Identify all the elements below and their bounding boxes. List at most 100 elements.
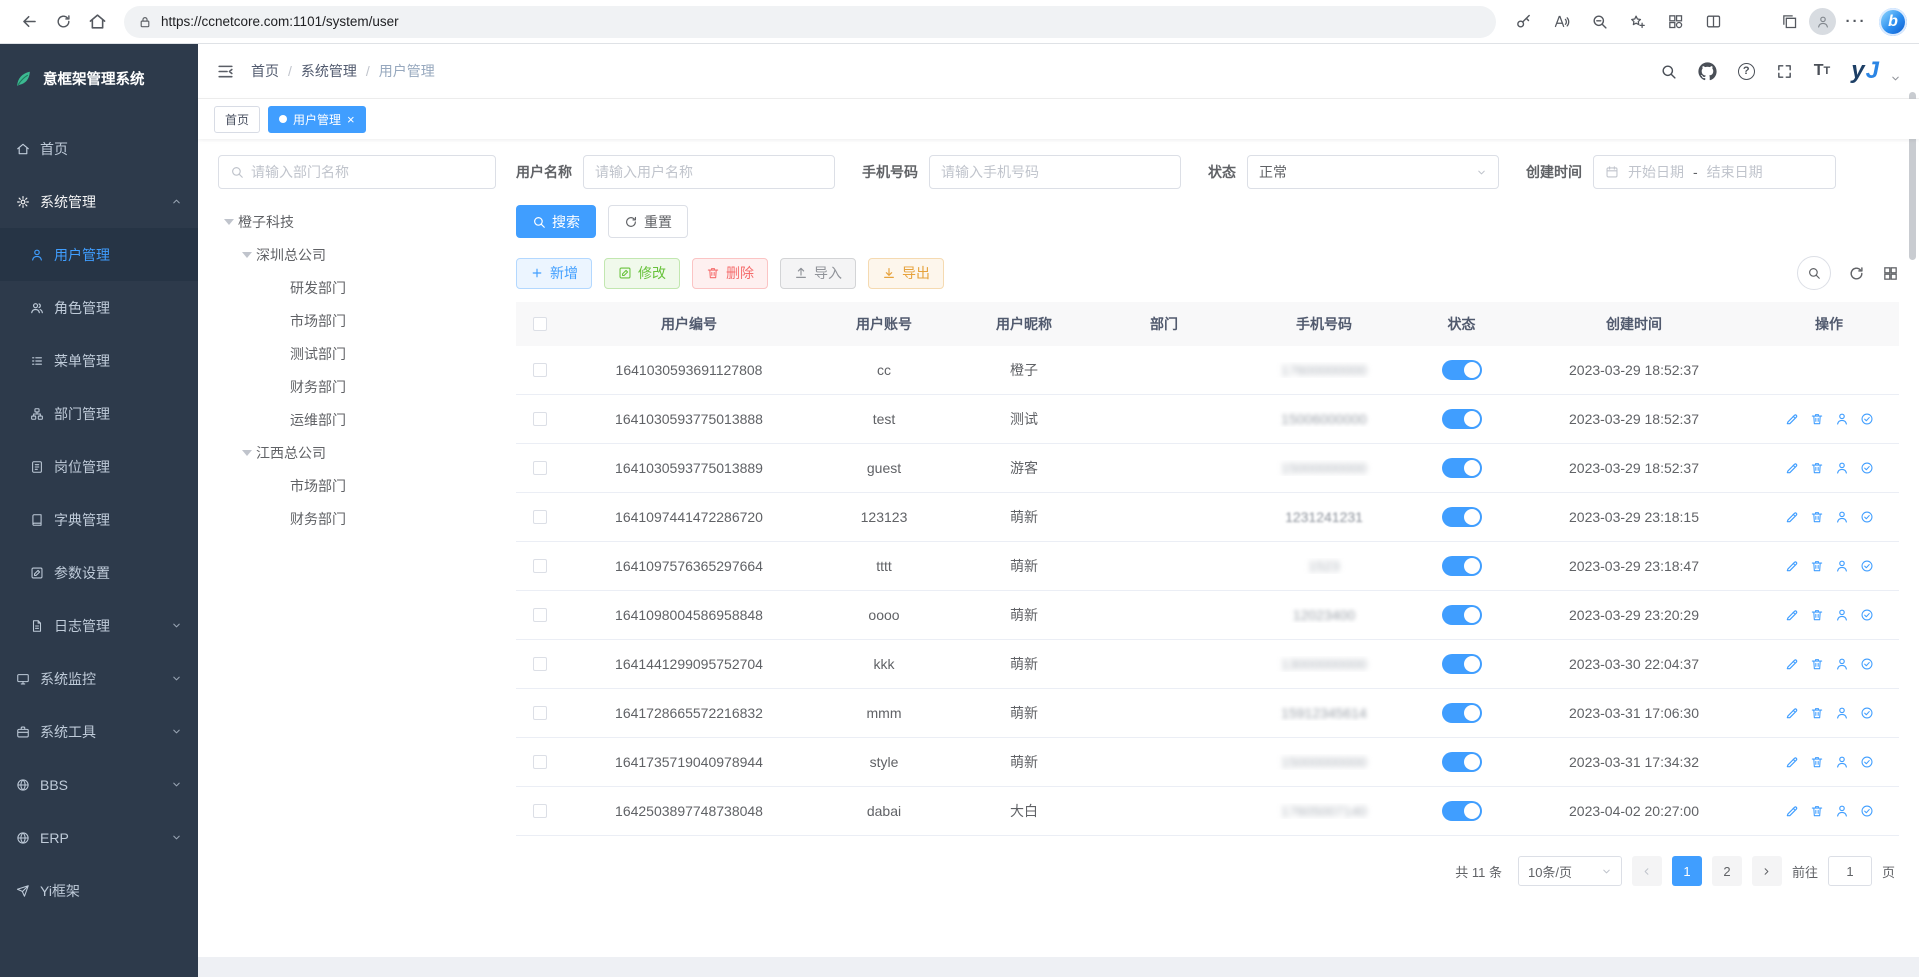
browser-extensions-icon[interactable] bbox=[1658, 5, 1692, 39]
status-toggle[interactable] bbox=[1442, 703, 1482, 723]
edit-button[interactable] bbox=[1785, 657, 1799, 671]
row-checkbox[interactable] bbox=[533, 559, 547, 573]
reset-password-button[interactable] bbox=[1835, 608, 1849, 622]
reset-password-button[interactable] bbox=[1835, 510, 1849, 524]
menu-fold-icon[interactable] bbox=[216, 62, 235, 81]
close-icon[interactable]: × bbox=[347, 113, 355, 126]
tree-caret-icon[interactable] bbox=[220, 219, 238, 225]
help-icon[interactable]: ? bbox=[1738, 63, 1755, 80]
browser-key-icon[interactable] bbox=[1506, 5, 1540, 39]
sidebar-item-system-monitor[interactable]: 系统监控 bbox=[0, 652, 198, 705]
sidebar-item-log-management[interactable]: 日志管理 bbox=[0, 599, 198, 652]
delete-button[interactable]: 删除 bbox=[692, 258, 768, 289]
reset-password-button[interactable] bbox=[1835, 657, 1849, 671]
authorize-button[interactable] bbox=[1860, 461, 1874, 475]
tree-node[interactable]: 江西总公司 bbox=[218, 436, 496, 469]
tree-node[interactable]: 财务部门 bbox=[218, 502, 496, 535]
sidebar-item-post-management[interactable]: 岗位管理 bbox=[0, 440, 198, 493]
status-toggle[interactable] bbox=[1442, 654, 1482, 674]
column-settings-button[interactable] bbox=[1882, 265, 1899, 282]
status-toggle[interactable] bbox=[1442, 409, 1482, 429]
sidebar-item-yi-framework[interactable]: Yi框架 bbox=[0, 864, 198, 917]
browser-refresh-button[interactable] bbox=[46, 5, 80, 39]
edit-button[interactable] bbox=[1785, 510, 1799, 524]
sidebar-item-dept-management[interactable]: 部门管理 bbox=[0, 387, 198, 440]
prev-page-button[interactable] bbox=[1632, 856, 1662, 886]
sidebar-item-home[interactable]: 首页 bbox=[0, 122, 198, 175]
page-button-2[interactable]: 2 bbox=[1712, 856, 1742, 886]
row-checkbox[interactable] bbox=[533, 363, 547, 377]
import-button[interactable]: 导入 bbox=[780, 258, 856, 289]
delete-button[interactable] bbox=[1810, 412, 1824, 426]
goto-page-input[interactable] bbox=[1828, 856, 1872, 886]
browser-home-button[interactable] bbox=[80, 5, 114, 39]
search-button[interactable]: 搜索 bbox=[516, 205, 596, 238]
authorize-button[interactable] bbox=[1860, 706, 1874, 720]
select-all-checkbox[interactable] bbox=[533, 317, 547, 331]
reset-password-button[interactable] bbox=[1835, 461, 1849, 475]
tab-user-management[interactable]: 用户管理 × bbox=[268, 106, 366, 133]
authorize-button[interactable] bbox=[1860, 804, 1874, 818]
browser-read-aloud-icon[interactable] bbox=[1544, 5, 1578, 39]
tree-caret-icon[interactable] bbox=[238, 252, 256, 258]
reset-password-button[interactable] bbox=[1835, 559, 1849, 573]
address-bar[interactable]: https://ccnetcore.com:1101/system/user bbox=[124, 6, 1496, 38]
font-size-icon[interactable]: TT bbox=[1814, 62, 1831, 80]
user-logo[interactable]: yJ bbox=[1851, 59, 1879, 83]
row-checkbox[interactable] bbox=[533, 461, 547, 475]
github-icon[interactable] bbox=[1698, 62, 1717, 81]
reset-password-button[interactable] bbox=[1835, 755, 1849, 769]
browser-back-button[interactable] bbox=[12, 5, 46, 39]
reset-password-button[interactable] bbox=[1835, 706, 1849, 720]
sidebar-item-dict-management[interactable]: 字典管理 bbox=[0, 493, 198, 546]
edit-button[interactable] bbox=[1785, 706, 1799, 720]
authorize-button[interactable] bbox=[1860, 510, 1874, 524]
sidebar-item-bbs[interactable]: BBS bbox=[0, 758, 198, 811]
chevron-down-icon[interactable] bbox=[1890, 73, 1901, 84]
status-toggle[interactable] bbox=[1442, 360, 1482, 380]
browser-profile-avatar[interactable] bbox=[1809, 8, 1836, 35]
browser-favorites-icon[interactable] bbox=[1734, 5, 1768, 39]
row-checkbox[interactable] bbox=[533, 510, 547, 524]
sidebar-item-user-management[interactable]: 用户管理 bbox=[0, 228, 198, 281]
row-checkbox[interactable] bbox=[533, 755, 547, 769]
search-icon[interactable] bbox=[1660, 63, 1677, 80]
edit-button[interactable] bbox=[1785, 559, 1799, 573]
add-button[interactable]: 新增 bbox=[516, 258, 592, 289]
authorize-button[interactable] bbox=[1860, 608, 1874, 622]
copilot-icon[interactable]: b bbox=[1879, 8, 1907, 36]
sidebar-item-menu-management[interactable]: 菜单管理 bbox=[0, 334, 198, 387]
page-button-1[interactable]: 1 bbox=[1672, 856, 1702, 886]
status-toggle[interactable] bbox=[1442, 458, 1482, 478]
authorize-button[interactable] bbox=[1860, 559, 1874, 573]
status-toggle[interactable] bbox=[1442, 801, 1482, 821]
tab-home[interactable]: 首页 bbox=[214, 106, 260, 133]
fullscreen-icon[interactable] bbox=[1776, 63, 1793, 80]
reset-password-button[interactable] bbox=[1835, 804, 1849, 818]
delete-button[interactable] bbox=[1810, 755, 1824, 769]
breadcrumb-home[interactable]: 首页 bbox=[251, 61, 279, 81]
tree-node[interactable]: 市场部门 bbox=[218, 469, 496, 502]
row-checkbox[interactable] bbox=[533, 804, 547, 818]
authorize-button[interactable] bbox=[1860, 412, 1874, 426]
delete-button[interactable] bbox=[1810, 804, 1824, 818]
sidebar-item-erp[interactable]: ERP bbox=[0, 811, 198, 864]
sidebar-item-param-settings[interactable]: 参数设置 bbox=[0, 546, 198, 599]
status-toggle[interactable] bbox=[1442, 752, 1482, 772]
delete-button[interactable] bbox=[1810, 608, 1824, 622]
browser-collections-icon[interactable] bbox=[1772, 5, 1806, 39]
row-checkbox[interactable] bbox=[533, 608, 547, 622]
sidebar-item-system-management[interactable]: 系统管理 bbox=[0, 175, 198, 228]
tree-node[interactable]: 财务部门 bbox=[218, 370, 496, 403]
tree-node[interactable]: 深圳总公司 bbox=[218, 238, 496, 271]
browser-favorites-add-icon[interactable] bbox=[1620, 5, 1654, 39]
status-toggle[interactable] bbox=[1442, 605, 1482, 625]
delete-button[interactable] bbox=[1810, 461, 1824, 475]
delete-button[interactable] bbox=[1810, 706, 1824, 720]
row-checkbox[interactable] bbox=[533, 412, 547, 426]
delete-button[interactable] bbox=[1810, 657, 1824, 671]
edit-button[interactable] bbox=[1785, 461, 1799, 475]
edit-button[interactable] bbox=[1785, 755, 1799, 769]
tree-node[interactable]: 测试部门 bbox=[218, 337, 496, 370]
browser-zoom-icon[interactable] bbox=[1582, 5, 1616, 39]
